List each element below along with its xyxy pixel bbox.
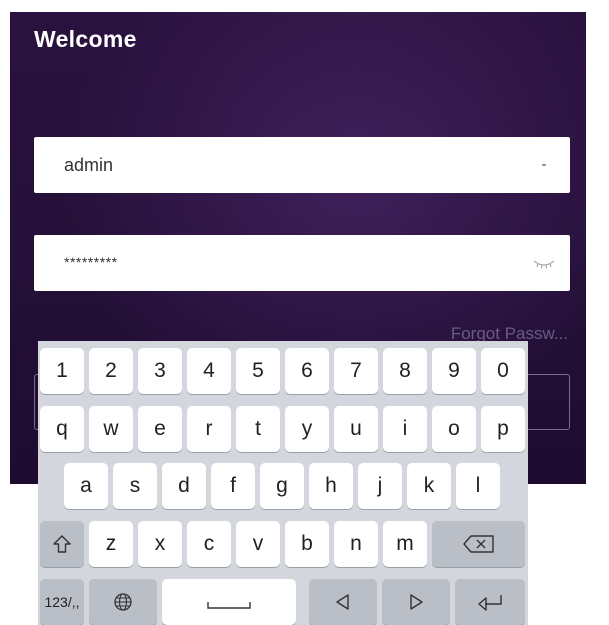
key-k[interactable]: k	[407, 463, 451, 509]
key-p[interactable]: p	[481, 406, 525, 452]
username-field[interactable]: admin	[34, 137, 570, 193]
key-j[interactable]: j	[358, 463, 402, 509]
key-3[interactable]: 3	[138, 348, 182, 394]
key-f[interactable]: f	[211, 463, 255, 509]
backspace-key[interactable]	[432, 521, 525, 567]
key-d[interactable]: d	[162, 463, 206, 509]
enter-key[interactable]	[455, 579, 525, 625]
key-v[interactable]: v	[236, 521, 280, 567]
key-g[interactable]: g	[260, 463, 304, 509]
key-e[interactable]: e	[138, 406, 182, 452]
dropdown-icon[interactable]	[532, 155, 556, 175]
space-key[interactable]	[162, 579, 296, 625]
enter-icon	[455, 592, 525, 612]
key-5[interactable]: 5	[236, 348, 280, 394]
key-z[interactable]: z	[89, 521, 133, 567]
key-s[interactable]: s	[113, 463, 157, 509]
arrow-right-icon	[382, 592, 450, 612]
eye-closed-icon[interactable]	[532, 253, 556, 273]
key-u[interactable]: u	[334, 406, 378, 452]
space-bar-icon	[162, 592, 296, 612]
key-8[interactable]: 8	[383, 348, 427, 394]
key-1[interactable]: 1	[40, 348, 84, 394]
password-value: *********	[64, 254, 118, 270]
username-value: admin	[64, 155, 114, 175]
key-4[interactable]: 4	[187, 348, 231, 394]
backspace-icon	[432, 534, 525, 554]
arrow-left-icon	[309, 592, 377, 612]
key-h[interactable]: h	[309, 463, 353, 509]
key-7[interactable]: 7	[334, 348, 378, 394]
shift-icon	[40, 534, 84, 554]
key-t[interactable]: t	[236, 406, 280, 452]
cursor-right-key[interactable]	[382, 579, 450, 625]
key-y[interactable]: y	[285, 406, 329, 452]
language-key[interactable]	[89, 579, 157, 625]
key-c[interactable]: c	[187, 521, 231, 567]
key-2[interactable]: 2	[89, 348, 133, 394]
key-r[interactable]: r	[187, 406, 231, 452]
password-field[interactable]: *********	[34, 235, 570, 291]
key-9[interactable]: 9	[432, 348, 476, 394]
page-title: Welcome	[34, 26, 137, 52]
key-x[interactable]: x	[138, 521, 182, 567]
key-l[interactable]: l	[456, 463, 500, 509]
key-m[interactable]: m	[383, 521, 427, 567]
shift-key[interactable]	[40, 521, 84, 567]
key-i[interactable]: i	[383, 406, 427, 452]
on-screen-keyboard: 1 2 3 4 5 6 7 8 9 0 q w e r t y u i o p …	[38, 341, 528, 625]
mode-switch-key[interactable]: 123/,,	[40, 579, 84, 625]
key-q[interactable]: q	[40, 406, 84, 452]
key-a[interactable]: a	[64, 463, 108, 509]
cursor-left-key[interactable]	[309, 579, 377, 625]
key-6[interactable]: 6	[285, 348, 329, 394]
key-n[interactable]: n	[334, 521, 378, 567]
key-b[interactable]: b	[285, 521, 329, 567]
key-w[interactable]: w	[89, 406, 133, 452]
globe-icon	[89, 592, 157, 612]
key-0[interactable]: 0	[481, 348, 525, 394]
key-o[interactable]: o	[432, 406, 476, 452]
